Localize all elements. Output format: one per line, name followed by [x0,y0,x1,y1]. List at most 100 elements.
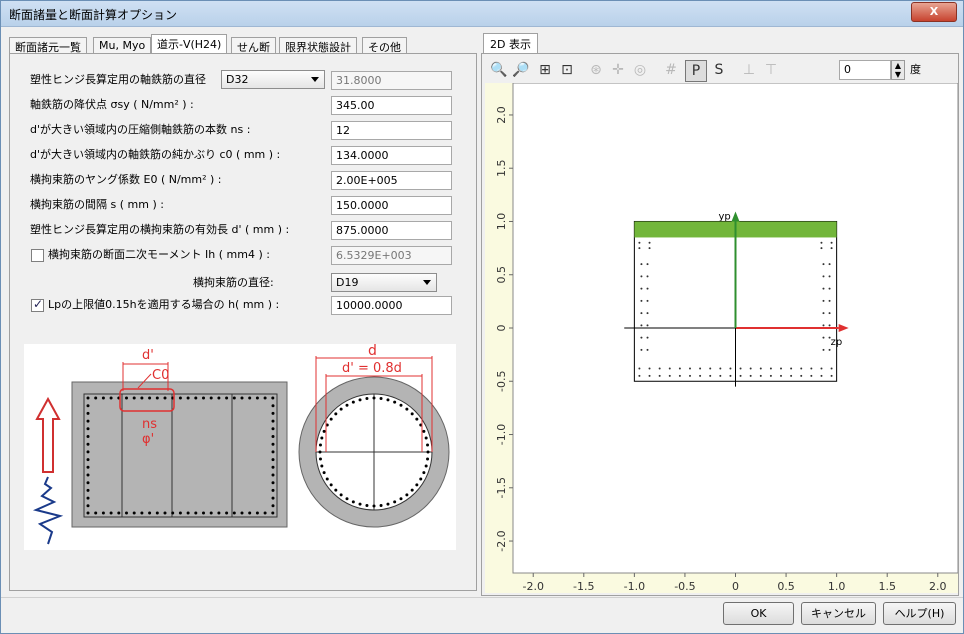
rebar-point [769,367,772,370]
tab-shear[interactable]: せん断 [231,37,276,54]
hoop-diameter-select[interactable]: D19 [331,273,437,292]
ih-checkbox[interactable] [31,249,44,262]
rebar-point [646,336,649,339]
x-tick-label: -1.5 [573,580,594,593]
rebar-dot [140,511,144,515]
rebar-point [749,374,752,377]
e0-input[interactable]: 2.00E+005 [331,171,452,190]
tab-doji-v[interactable]: 道示-V(H24) [151,34,228,54]
tab-section-list[interactable]: 断面諸元一覧 [9,37,87,54]
rebar-dot [379,504,383,508]
axial-diameter-select[interactable]: D32 [221,70,325,89]
lp-checkbox[interactable] [31,297,44,312]
rebar-point [640,348,643,351]
rebar-point [699,367,702,370]
rebar-dot [329,483,333,487]
rebar-point [640,287,643,290]
effective-length-input[interactable]: 875.0000 [331,221,452,240]
pan-icon[interactable]: ⊛ [585,60,607,82]
rebar-dot [322,429,326,433]
rebar-dot [194,396,198,400]
p-icon[interactable]: P [685,60,707,82]
view-panel: 🔍 🔎 ⊞ ⊡ ⊛ ✛ ◎ # P S ⊥ ⊤ 0 ▲ ▼ 度 2.0 1.5 1.0… [481,53,959,596]
angle-input[interactable]: 0 [839,60,891,80]
axial-diameter-input[interactable]: 31.8000 [331,71,452,90]
rebar-dot [422,471,426,475]
spacing-input[interactable]: 150.0000 [331,196,452,215]
row-ih-label: 横拘束筋の断面二次モーメント Ih ( mm4 ) : [48,248,270,261]
c0-input[interactable]: 134.0000 [331,146,452,165]
move-icon[interactable]: ✛ [607,60,629,82]
tab-2d-view[interactable]: 2D 表示 [483,33,538,54]
rebar-dot [271,396,275,400]
rebar-point [739,367,742,370]
rebar-point [749,367,752,370]
rebar-dot [86,411,90,415]
frame-icon[interactable]: ⊡ [556,60,578,82]
right-panel: 2D 表示 🔍 🔎 ⊞ ⊡ ⊛ ✛ ◎ # P S ⊥ ⊤ 0 ▲ ▼ 度 2.0… [481,31,959,596]
rebar-point [828,312,831,315]
rebar-dot [232,396,236,400]
y-axis-label: yp [719,211,731,222]
rebar-dot [399,497,403,501]
rebar-dot [194,511,198,515]
rebar-dot [148,511,152,515]
tab-other[interactable]: その他 [362,37,407,54]
hoop-diameter-value: D19 [336,276,359,289]
rebar-dot [322,471,326,475]
rebar-dot [86,481,90,485]
rebar-dot [424,464,428,468]
hatch-icon[interactable]: ⊥ [738,60,760,82]
hatch2-icon[interactable]: ⊤ [760,60,782,82]
zoom-in-icon[interactable]: 🔍 [488,60,510,82]
dialog-window: 断面諸量と断面計算オプション X 断面諸元一覧 Mu, Myo 道示-V(H24… [0,0,964,634]
rebar-dot [109,511,113,515]
rebar-dot [320,464,324,468]
rebar-dot [271,511,275,515]
rebar-point [822,287,825,290]
rebar-point [638,367,641,370]
rebar-point [800,374,803,377]
x-tick-label: 0 [732,580,739,593]
h-input[interactable]: 10000.0000 [331,296,452,315]
phi-label: φ' [142,432,154,447]
yield-input[interactable]: 345.00 [331,96,452,115]
grid-icon[interactable]: # [660,60,682,82]
zoom-out-icon[interactable]: 🔎 [510,60,532,82]
rebar-dot [86,458,90,462]
rebar-dot [318,450,322,454]
rebar-dot [217,511,221,515]
row-e0-label: 横拘束筋のヤング係数 E0 ( N/mm² ) : [30,173,222,186]
rebar-dot [86,511,90,515]
tab-mu-myo[interactable]: Mu, Myo [93,37,152,54]
rebar-point [640,324,643,327]
rebar-point [719,367,722,370]
help-button[interactable]: ヘルプ(H) [883,602,956,625]
ns-input[interactable]: 12 [331,121,452,140]
center-icon[interactable]: ◎ [629,60,651,82]
rebar-point [830,241,833,244]
rebar-point [828,263,831,266]
ih-input[interactable]: 6.5329E+003 [331,246,452,265]
row-yield-label: 軸鉄筋の降伏点 σsy ( N/mm² ) : [30,98,194,111]
rebar-dot [271,481,275,485]
rebar-dot [163,511,167,515]
ok-button[interactable]: OK [723,602,794,625]
fit-icon[interactable]: ⊞ [534,60,556,82]
rebar-point [739,374,742,377]
c0-label: C0 [152,368,169,383]
row-effective-length-label: 塑性ヒンジ長算定用の横拘束筋の有効長 d' ( mm ) : [30,223,290,236]
rebar-dot [334,488,338,492]
rebar-dot [109,396,113,400]
rebar-point [800,367,803,370]
row-ns-label: d'が大きい領域内の圧縮側軸鉄筋の本数 ns : [30,123,251,136]
rebar-point [820,374,823,377]
s-icon[interactable]: S [708,60,730,82]
close-button[interactable]: X [911,2,957,22]
rebar-dot [117,511,121,515]
angle-spinner[interactable]: ▲ ▼ [891,60,905,80]
cancel-button[interactable]: キャンセル [801,602,876,625]
rebar-dot [132,511,136,515]
rebar-dot [271,404,275,408]
tab-limit-state[interactable]: 限界状態設計 [279,37,357,54]
